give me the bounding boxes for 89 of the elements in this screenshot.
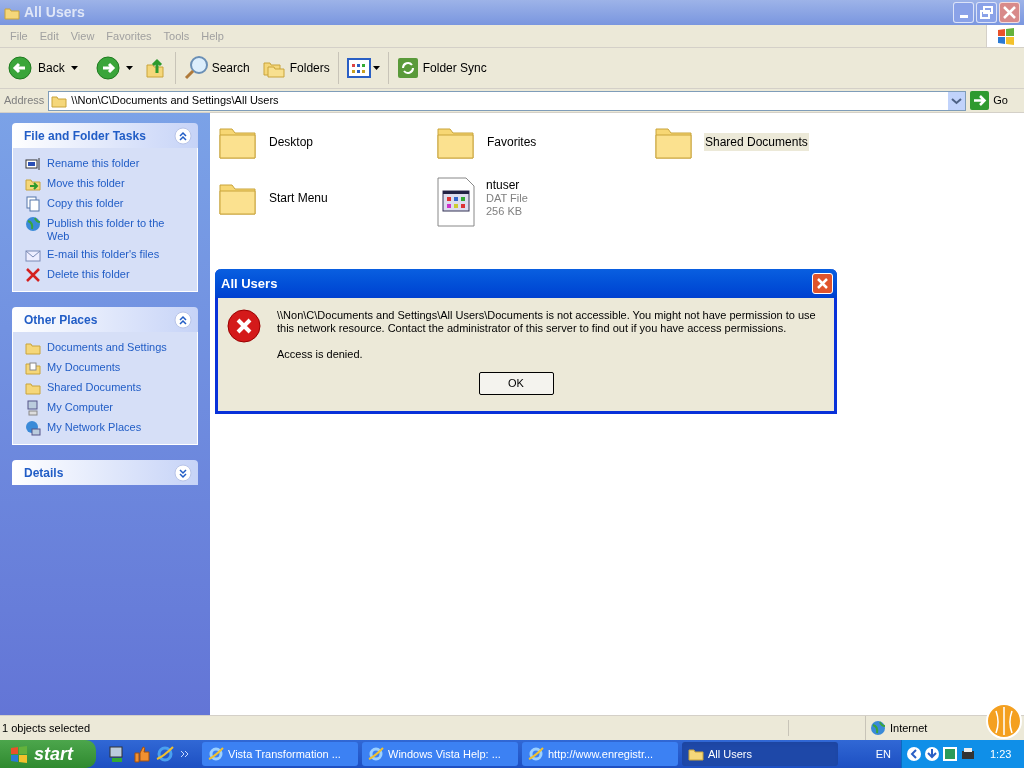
task-link[interactable]: My Computer bbox=[47, 400, 114, 414]
taskbar-button[interactable]: Windows Vista Help: ... bbox=[362, 742, 518, 766]
file-size: 256 KB bbox=[486, 205, 524, 218]
views-button[interactable] bbox=[346, 58, 380, 78]
language-indicator[interactable]: EN bbox=[875, 745, 891, 763]
zone-label: Internet bbox=[890, 720, 928, 736]
start-button[interactable]: start bbox=[0, 740, 96, 768]
go-button[interactable]: Go bbox=[970, 91, 1020, 110]
error-message: \\Non\C\Documents and Settings\All Users\Documents is not accessible. You might not have permission to use this network resource. Contact the administrator of this server to find out if you have access permissions. bbox=[277, 309, 817, 335]
folder-icon bbox=[25, 340, 41, 356]
folder-icon bbox=[688, 746, 704, 762]
back-button[interactable]: Back bbox=[6, 56, 67, 80]
status-text: 1 objects selected bbox=[0, 719, 789, 737]
views-dropdown-icon[interactable] bbox=[372, 66, 380, 70]
restore-icon bbox=[980, 6, 993, 19]
taskbar-button[interactable]: http://www.enregistr... bbox=[522, 742, 678, 766]
thumbs-up-icon[interactable] bbox=[132, 745, 150, 763]
clock: 1:23 bbox=[990, 746, 1012, 762]
task-link[interactable]: Documents and Settings bbox=[47, 340, 167, 354]
browser-icon bbox=[368, 746, 384, 762]
address-field[interactable]: \\Non\C\Documents and Settings\All Users bbox=[48, 90, 967, 111]
back-dropdown-icon[interactable] bbox=[70, 66, 78, 70]
network-icon bbox=[25, 420, 41, 436]
up-folder-button[interactable] bbox=[144, 57, 167, 79]
error-icon bbox=[227, 309, 261, 343]
computer-icon[interactable] bbox=[108, 745, 126, 763]
delete-icon bbox=[25, 267, 41, 283]
panel-header[interactable]: File and Folder Tasks bbox=[12, 123, 198, 148]
browser-icon[interactable] bbox=[156, 745, 174, 763]
minimize-button[interactable] bbox=[953, 2, 974, 23]
windows-logo-icon bbox=[995, 27, 1016, 45]
folders-button[interactable]: Folders bbox=[261, 57, 330, 79]
collapse-icon[interactable] bbox=[174, 126, 192, 145]
task-link[interactable]: Delete this folder bbox=[47, 267, 130, 281]
file-name[interactable]: Start Menu bbox=[268, 189, 329, 207]
chevron-icon[interactable] bbox=[180, 749, 190, 759]
search-icon bbox=[183, 55, 210, 81]
computer-icon bbox=[25, 400, 41, 416]
task-link[interactable]: E-mail this folder's files bbox=[47, 247, 160, 261]
close-button[interactable] bbox=[999, 2, 1020, 23]
folder-up-arrow-icon bbox=[144, 57, 167, 79]
document-icon[interactable] bbox=[436, 177, 476, 227]
go-arrow-icon bbox=[970, 91, 990, 110]
windows-logo-icon bbox=[10, 745, 28, 763]
dialog-title: All Users bbox=[221, 274, 279, 293]
download-icon[interactable] bbox=[924, 746, 940, 762]
panel-header[interactable]: Details bbox=[12, 460, 198, 485]
error-detail: Access is denied. bbox=[277, 348, 364, 361]
restore-button[interactable] bbox=[976, 2, 997, 23]
search-button[interactable]: Search bbox=[183, 55, 250, 81]
expand-icon[interactable] bbox=[174, 463, 192, 482]
rename-icon bbox=[25, 156, 41, 172]
file-name[interactable]: Desktop bbox=[268, 133, 315, 151]
address-label: Address bbox=[4, 93, 45, 109]
minimize-icon bbox=[959, 15, 968, 18]
task-link[interactable]: Shared Documents bbox=[47, 380, 142, 394]
folder-icon bbox=[25, 380, 41, 396]
folder-sync-button[interactable]: Folder Sync bbox=[396, 57, 487, 79]
browser-icon bbox=[528, 746, 544, 762]
forward-dropdown-icon[interactable] bbox=[125, 66, 133, 70]
close-button[interactable] bbox=[812, 273, 833, 294]
file-name[interactable]: Favorites bbox=[486, 133, 538, 151]
file-type: DAT File bbox=[486, 192, 528, 205]
move-folder-icon bbox=[25, 176, 41, 192]
task-link[interactable]: My Network Places bbox=[47, 420, 142, 434]
close-icon bbox=[816, 277, 829, 290]
task-link[interactable]: Copy this folder bbox=[47, 196, 124, 210]
task-link[interactable]: Publish this folder to the Web bbox=[47, 216, 185, 243]
taskbar-button[interactable]: All Users bbox=[682, 742, 838, 766]
task-link[interactable]: Rename this folder bbox=[47, 156, 140, 170]
ok-button[interactable]: OK bbox=[478, 372, 554, 395]
printer-icon[interactable] bbox=[960, 746, 976, 762]
address-value: \\Non\C\Documents and Settings\All Users bbox=[71, 93, 280, 109]
envelope-icon bbox=[25, 247, 41, 263]
file-name[interactable]: ntuser bbox=[486, 179, 528, 192]
window-title: All Users bbox=[24, 3, 85, 22]
browser-icon bbox=[208, 746, 224, 762]
globe-icon bbox=[870, 720, 886, 736]
taskbar-button[interactable]: Vista Transformation ... bbox=[202, 742, 358, 766]
file-name[interactable]: Shared Documents bbox=[704, 133, 809, 151]
close-icon bbox=[1003, 6, 1016, 19]
globe-icon bbox=[25, 216, 41, 232]
task-link[interactable]: Move this folder bbox=[47, 176, 125, 190]
documents-folder-icon bbox=[25, 360, 41, 376]
task-link[interactable]: My Documents bbox=[47, 360, 121, 374]
grid-view-icon bbox=[346, 58, 371, 78]
panel-header[interactable]: Other Places bbox=[12, 307, 198, 332]
collapse-icon[interactable] bbox=[174, 310, 192, 329]
copy-icon bbox=[25, 196, 41, 212]
